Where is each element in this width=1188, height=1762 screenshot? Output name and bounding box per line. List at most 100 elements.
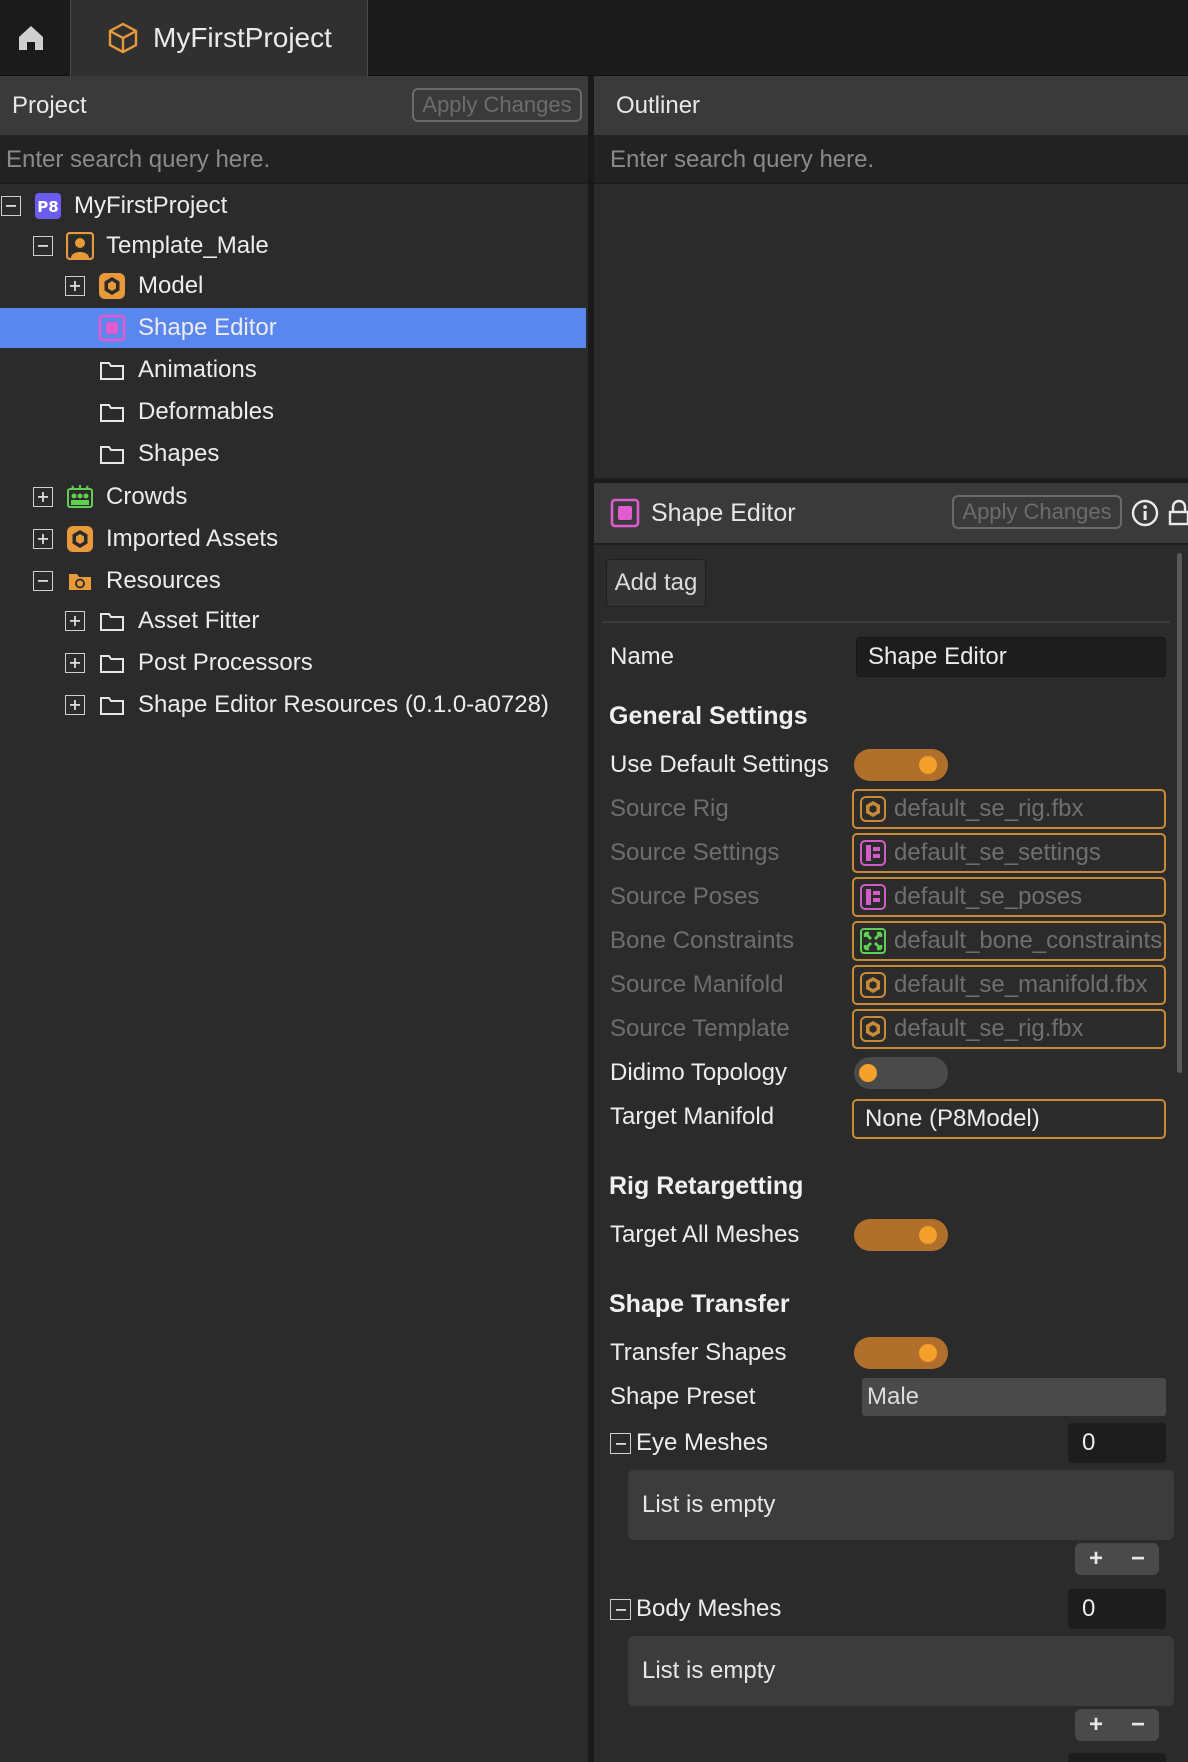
folder-icon <box>98 649 126 677</box>
person-icon <box>66 232 94 260</box>
home-button[interactable] <box>0 0 62 76</box>
tree-item[interactable]: Model <box>0 266 586 306</box>
tree-item-label: Asset Fitter <box>138 607 260 634</box>
tree-item[interactable]: Resources <box>0 561 586 601</box>
toggle-knob <box>919 756 937 774</box>
body-meshes-list: List is empty <box>628 1636 1174 1706</box>
tree-item[interactable]: Post Processors <box>0 643 586 683</box>
eye-meshes-collapse-button[interactable] <box>610 1433 631 1454</box>
tree-item-label: Template_Male <box>106 232 269 259</box>
source-settings-label: Source Settings <box>610 839 780 866</box>
inspector-panel: Shape Editor Apply Changes Add tag Name … <box>594 480 1188 1762</box>
collapse-button[interactable] <box>1 196 21 216</box>
add-body-mesh-button[interactable]: + <box>1075 1709 1117 1741</box>
bone-constraints-field[interactable]: default_bone_constraints <box>852 921 1166 961</box>
next-field-partial[interactable] <box>1068 1753 1166 1762</box>
hexagon-model-icon <box>858 794 888 824</box>
target-all-meshes-label: Target All Meshes <box>610 1221 800 1248</box>
toggle-knob <box>919 1226 937 1244</box>
lock-icon[interactable] <box>1168 499 1188 527</box>
plus-icon <box>70 700 80 710</box>
transfer-shapes-toggle[interactable] <box>854 1337 948 1369</box>
project-panel: Project Apply Changes P8 MyFirstProject Te… <box>0 76 588 1762</box>
tree-item[interactable]: Animations <box>0 350 586 390</box>
minus-icon <box>38 245 48 247</box>
folder-icon <box>98 691 126 719</box>
tree-item-label: Shapes <box>138 440 220 467</box>
remove-body-mesh-button[interactable]: − <box>1117 1709 1159 1741</box>
transfer-shapes-label: Transfer Shapes <box>610 1339 787 1366</box>
target-manifold-value: None (P8Model) <box>865 1105 1040 1132</box>
minus-icon <box>6 205 16 207</box>
remove-eye-mesh-button[interactable]: − <box>1117 1543 1159 1575</box>
plus-icon <box>38 534 48 544</box>
inspector-scrollbar[interactable] <box>1177 553 1182 1073</box>
rig-retargetting-title: Rig Retargetting <box>609 1172 804 1200</box>
expand-button[interactable] <box>65 611 85 631</box>
project-panel-header: Project Apply Changes <box>0 76 588 136</box>
expand-button[interactable] <box>33 529 53 549</box>
didimo-topology-toggle[interactable] <box>854 1057 948 1089</box>
eye-meshes-label: Eye Meshes <box>636 1429 769 1456</box>
source-settings-field[interactable]: default_se_settings <box>852 833 1166 873</box>
hexagon-model-icon <box>98 272 126 300</box>
tree-item[interactable]: Shape Editor Resources (0.1.0-a0728) <box>0 685 586 725</box>
outliner-search-input[interactable] <box>594 136 1188 183</box>
source-template-field[interactable]: default_se_rig.fbx <box>852 1009 1166 1049</box>
expand-button[interactable] <box>65 695 85 715</box>
target-manifold-field[interactable]: None (P8Model) <box>852 1099 1166 1139</box>
resources-folder-icon <box>66 567 94 595</box>
expand-button[interactable] <box>33 487 53 507</box>
p8-project-icon: P8 <box>34 192 62 220</box>
folder-icon <box>98 398 126 426</box>
add-eye-mesh-button[interactable]: + <box>1075 1543 1117 1575</box>
eye-meshes-list-controls: + − <box>1075 1543 1159 1575</box>
tree-item[interactable]: Template_Male <box>0 226 586 266</box>
tree-item[interactable]: Crowds <box>0 477 586 517</box>
source-template-value: default_se_rig.fbx <box>894 1015 1084 1042</box>
inspector-apply-changes-button[interactable]: Apply Changes <box>952 495 1122 529</box>
source-manifold-field[interactable]: default_se_manifold.fbx <box>852 965 1166 1005</box>
tree-item-label: Shape Editor Resources (0.1.0-a0728) <box>138 691 549 718</box>
folder-icon <box>98 607 126 635</box>
minus-icon <box>615 1608 626 1611</box>
body-meshes-count[interactable]: 0 <box>1068 1589 1166 1629</box>
tree-item[interactable]: Shapes <box>0 434 586 474</box>
tree-item-label: Imported Assets <box>106 525 279 552</box>
eye-meshes-count[interactable]: 0 <box>1068 1423 1166 1463</box>
tree-item[interactable]: P8 MyFirstProject <box>0 186 586 226</box>
bone-constraints-label: Bone Constraints <box>610 927 795 954</box>
collapse-button[interactable] <box>33 571 53 591</box>
project-panel-title: Project <box>12 91 87 119</box>
expand-button[interactable] <box>65 653 85 673</box>
info-icon[interactable] <box>1131 499 1159 527</box>
outliner-search <box>594 136 1188 184</box>
project-search-input[interactable] <box>0 136 588 183</box>
name-label: Name <box>610 643 675 670</box>
tag-area: Add tag <box>602 553 1170 623</box>
tree-item-label: Resources <box>106 567 221 594</box>
shape-editor-icon <box>610 498 640 528</box>
project-tab[interactable]: MyFirstProject <box>70 0 368 76</box>
collapse-button[interactable] <box>33 236 53 256</box>
tree-item[interactable]: Asset Fitter <box>0 601 586 641</box>
eye-meshes-list: List is empty <box>628 1470 1174 1540</box>
tree-item[interactable]: Shape Editor <box>0 308 586 348</box>
project-apply-changes-button[interactable]: Apply Changes <box>412 88 582 122</box>
add-tag-button[interactable]: Add tag <box>606 559 706 607</box>
shape-preset-select[interactable]: Male <box>862 1378 1166 1416</box>
source-rig-field[interactable]: default_se_rig.fbx <box>852 789 1166 829</box>
use-default-settings-toggle[interactable] <box>854 749 948 781</box>
expand-button[interactable] <box>65 276 85 296</box>
source-rig-value: default_se_rig.fbx <box>894 795 1084 822</box>
body-meshes-collapse-button[interactable] <box>610 1599 631 1620</box>
hexagon-model-icon <box>66 525 94 553</box>
name-field[interactable]: Shape Editor <box>856 637 1166 677</box>
source-poses-field[interactable]: default_se_poses <box>852 877 1166 917</box>
tree-item[interactable]: Deformables <box>0 392 586 432</box>
use-default-settings-label: Use Default Settings <box>610 751 829 778</box>
tree-item[interactable]: Imported Assets <box>0 519 586 559</box>
toggle-knob <box>859 1064 877 1082</box>
crowd-icon <box>66 483 94 511</box>
target-all-meshes-toggle[interactable] <box>854 1219 948 1251</box>
